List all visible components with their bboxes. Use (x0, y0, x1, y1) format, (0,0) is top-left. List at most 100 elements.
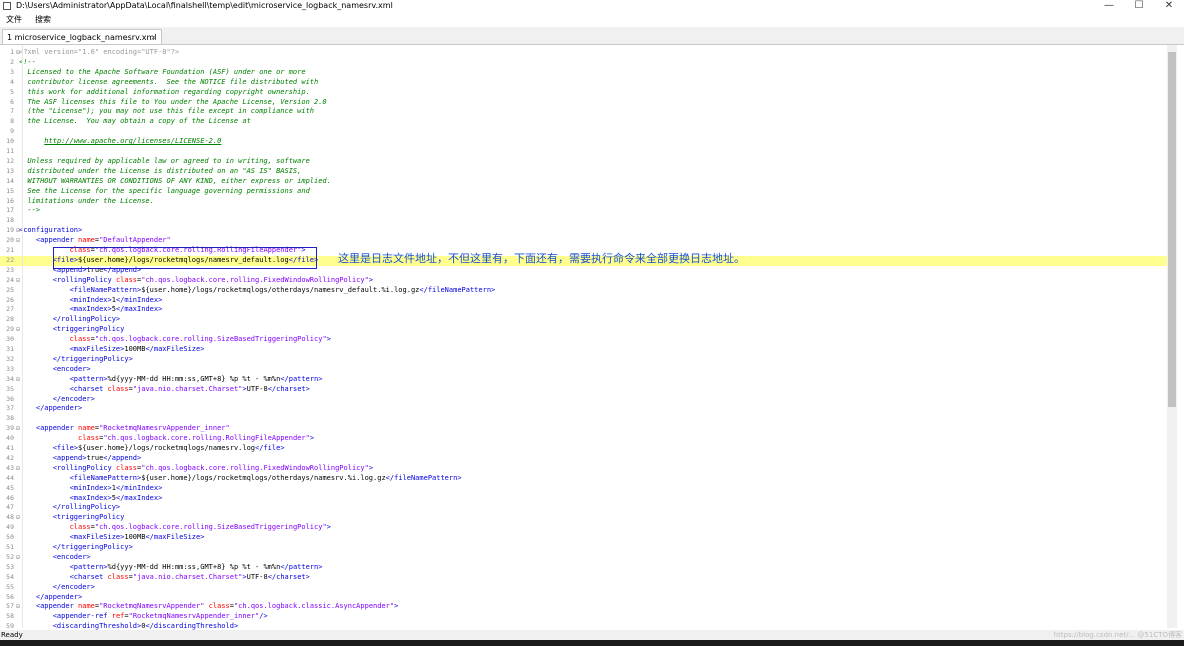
line-number: 56 (6, 592, 14, 601)
code-text: <minIndex>1</minIndex> (69, 483, 163, 492)
code-text: WITHOUT WARRANTIES OR CONDITIONS OF ANY … (19, 176, 331, 185)
tab-file[interactable]: 1 microservice_logback_namesrv.xml × (2, 29, 162, 44)
code-text: <maxIndex>5</maxIndex> (69, 493, 163, 502)
line-number: 45 (6, 483, 14, 492)
code-line[interactable]: 57 ⊟ <appender name="RocketmqNamesrvAppen… (0, 602, 1167, 612)
code-line[interactable]: 35 <charset class="java.nio.charset.Char… (0, 385, 1167, 395)
code-line[interactable]: 42 <append>true</append> (0, 454, 1167, 464)
code-line[interactable]: 46 <maxIndex>5</maxIndex> (0, 494, 1167, 504)
code-line[interactable]: 14 WITHOUT WARRANTIES OR CONDITIONS OF A… (0, 177, 1167, 187)
code-line[interactable]: 13 distributed under the License is dist… (0, 167, 1167, 177)
line-number: 18 (6, 216, 14, 225)
code-line[interactable]: 4 contributor license agreements. See th… (0, 78, 1167, 88)
code-line[interactable]: 44 <fileNamePattern>${user.home}/logs/ro… (0, 474, 1167, 484)
code-text: <rollingPolicy class="ch.qos.logback.cor… (52, 463, 374, 472)
code-line[interactable]: 52 ⊟ <encoder> (0, 553, 1167, 563)
code-text: </encoder> (52, 394, 95, 403)
code-line[interactable]: 40 class="ch.qos.logback.core.rolling.Ro… (0, 434, 1167, 444)
code-text: Licensed to the Apache Software Foundati… (19, 67, 306, 76)
line-number: 24 (6, 275, 14, 284)
code-line[interactable]: 20 ⊟ <appender name="DefaultAppender" (0, 236, 1167, 246)
code-line[interactable]: 29 ⊟ <triggeringPolicy (0, 325, 1167, 335)
code-line[interactable]: 38 (0, 414, 1167, 424)
code-line[interactable]: 30 class="ch.qos.logback.core.rolling.Si… (0, 335, 1167, 345)
code-editor[interactable]: 1 ⊟ <?xml version="1.0" encoding="UTF-8"?>… (0, 45, 1184, 630)
scrollbar-thumb[interactable] (1168, 52, 1176, 407)
code-text: </appender> (35, 404, 83, 413)
minimize-button[interactable]: — (1094, 0, 1124, 12)
code-line[interactable]: 41 <file>${user.home}/logs/rocketmqlogs/… (0, 444, 1167, 454)
code-text: <triggeringPolicy (52, 325, 125, 334)
code-text: <fileNamePattern>${user.home}/logs/rocke… (69, 473, 462, 482)
code-line[interactable]: 18 (0, 216, 1167, 226)
code-text: <configuration> (19, 226, 83, 235)
code-line[interactable]: 28 </rollingPolicy> (0, 315, 1167, 325)
menu-search[interactable]: 搜索 (35, 13, 51, 26)
code-line[interactable]: 7 (the "License"); you may not use this … (0, 107, 1167, 117)
code-line[interactable]: 48 ⊟ <triggeringPolicy (0, 513, 1167, 523)
line-number: 1 (10, 48, 14, 56)
code-text: </rollingPolicy> (52, 315, 121, 324)
line-number: 30 (6, 335, 14, 344)
code-line[interactable]: 49 class="ch.qos.logback.core.rolling.Si… (0, 523, 1167, 533)
line-number: 43 (6, 463, 14, 472)
code-line[interactable]: 6 The ASF licenses this file to You unde… (0, 98, 1167, 108)
code-line[interactable]: 26 <minIndex>1</minIndex> (0, 296, 1167, 306)
code-line[interactable]: 19 ⊟ <configuration> (0, 226, 1167, 236)
code-line[interactable]: 58 <appender-ref ref="RocketmqNamesrvApp… (0, 612, 1167, 622)
code-line[interactable]: 24 ⊟ <rollingPolicy class="ch.qos.logback… (0, 276, 1167, 286)
line-number: 47 (6, 503, 14, 512)
code-text: (the "License"); you may not use this fi… (19, 107, 315, 116)
code-line[interactable]: 1 ⊟ <?xml version="1.0" encoding="UTF-8"?> (0, 48, 1167, 58)
code-line[interactable]: 32 </triggeringPolicy> (0, 355, 1167, 365)
line-number: 6 (10, 97, 14, 106)
code-line[interactable]: 25 <fileNamePattern>${user.home}/logs/ro… (0, 286, 1167, 296)
line-number: 55 (6, 582, 14, 591)
code-line[interactable]: 54 <charset class="java.nio.charset.Char… (0, 573, 1167, 583)
code-line[interactable]: 27 <maxIndex>5</maxIndex> (0, 305, 1167, 315)
code-text: this work for additional information reg… (19, 87, 310, 96)
code-text: contributor license agreements. See the … (19, 77, 319, 86)
code-line[interactable]: 37 </appender> (0, 404, 1167, 414)
code-line[interactable]: 3 Licensed to the Apache Software Founda… (0, 68, 1167, 78)
code-line[interactable]: 55 </encoder> (0, 583, 1167, 593)
code-line[interactable]: 11 (0, 147, 1167, 157)
code-line[interactable]: 50 <maxFileSize>100MB</maxFileSize> (0, 533, 1167, 543)
code-line[interactable]: 36 </encoder> (0, 395, 1167, 405)
code-line[interactable]: 34 ⊟ <pattern>%d{yyy-MM-dd HH:mm:ss,GMT+8… (0, 375, 1167, 385)
code-line[interactable]: 53 <pattern>%d{yyy-MM-dd HH:mm:ss,GMT+8}… (0, 563, 1167, 573)
code-line[interactable]: 2 <!-- (0, 58, 1167, 68)
code-text: The ASF licenses this file to You under … (19, 97, 327, 106)
code-line[interactable]: 47 </rollingPolicy> (0, 503, 1167, 513)
code-text: See the License for the specific languag… (19, 186, 310, 195)
code-line[interactable]: 8 the License. You may obtain a copy of … (0, 117, 1167, 127)
code-text: <file>${user.home}/logs/rocketmqlogs/nam… (52, 444, 285, 452)
code-line[interactable]: 45 <minIndex>1</minIndex> (0, 484, 1167, 494)
code-line[interactable]: 16 limitations under the License. (0, 197, 1167, 207)
maximize-button[interactable]: ☐ (1124, 0, 1154, 12)
code-text: <?xml version="1.0" encoding="UTF-8"?> (19, 48, 180, 56)
code-line[interactable]: 51 </triggeringPolicy> (0, 543, 1167, 553)
code-text: <maxFileSize>100MB</maxFileSize> (69, 533, 205, 542)
code-line[interactable]: 10 http://www.apache.org/licenses/LICENS… (0, 137, 1167, 147)
code-line[interactable]: 31 <maxFileSize>100MB</maxFileSize> (0, 345, 1167, 355)
code-text: Unless required by applicable law or agr… (19, 156, 310, 165)
line-number: 22 (6, 255, 14, 264)
code-line[interactable]: 56 </appender> (0, 593, 1167, 603)
tab-close-icon[interactable]: × (150, 30, 157, 45)
code-line[interactable]: 17 --> (0, 206, 1167, 216)
code-line[interactable]: 12 Unless required by applicable law or … (0, 157, 1167, 167)
code-text: <encoder> (52, 552, 91, 561)
menu-file[interactable]: 文件 (6, 13, 22, 26)
code-line[interactable]: 9 (0, 127, 1167, 137)
code-line[interactable]: 15 See the License for the specific lang… (0, 187, 1167, 197)
code-line[interactable]: 43 ⊟ <rollingPolicy class="ch.qos.logback… (0, 464, 1167, 474)
line-number: 12 (6, 156, 14, 165)
code-line[interactable]: 5 this work for additional information r… (0, 88, 1167, 98)
code-text: <appender name="RocketmqNamesrvAppender"… (35, 602, 399, 611)
line-number: 31 (6, 345, 14, 353)
code-line[interactable]: 33 <encoder> (0, 365, 1167, 375)
line-number: 41 (6, 444, 14, 452)
close-button[interactable]: ✕ (1154, 0, 1184, 12)
code-line[interactable]: 39 ⊟ <appender name="RocketmqNamesrvAppen… (0, 424, 1167, 434)
